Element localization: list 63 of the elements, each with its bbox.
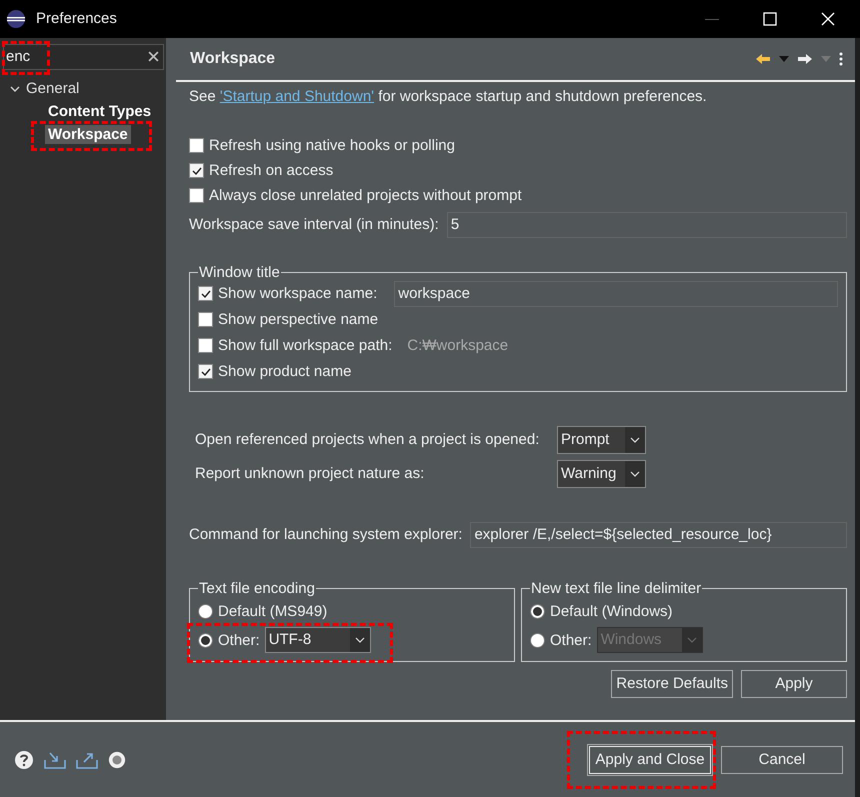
checkbox-label[interactable]: Show workspace name: <box>218 285 378 302</box>
checkbox-label[interactable]: Show product name <box>218 363 352 380</box>
interval-field[interactable]: 5 <box>446 212 847 238</box>
chevron-icon <box>686 637 697 644</box>
dropdown[interactable]: UTF-8 <box>264 627 371 654</box>
forward-arrow-icon[interactable] <box>797 52 813 65</box>
checkbox[interactable] <box>198 312 213 328</box>
field-label: Workspace save interval (in minutes): <box>189 216 439 234</box>
eclipse-logo-icon <box>6 8 26 29</box>
export-icon[interactable] <box>76 750 98 769</box>
intro-text: See 'Startup and Shutdown' for workspace startup and shutdown preferences. <box>189 88 708 107</box>
tree-item[interactable]: General <box>26 80 80 98</box>
checkbox-label[interactable]: Always close unrelated projects without prompt <box>209 187 522 204</box>
group-title: Window title <box>198 264 281 281</box>
more-menu-icon[interactable] <box>839 52 843 66</box>
checkbox[interactable] <box>198 338 213 354</box>
dropdown[interactable]: Prompt <box>557 426 646 454</box>
tree-item[interactable]: Workspace <box>45 124 131 144</box>
group-title: Text file encoding <box>198 580 316 597</box>
field-label: Command for launching system explorer: <box>189 526 462 544</box>
dialog-button[interactable]: Cancel <box>721 746 843 774</box>
checkbox[interactable] <box>189 188 204 204</box>
workspace-name-field[interactable]: workspace <box>394 280 838 307</box>
record-icon[interactable] <box>108 750 126 769</box>
chevron-icon <box>630 470 640 477</box>
page-button[interactable]: Restore Defaults <box>611 670 733 698</box>
import-icon[interactable] <box>44 750 66 769</box>
dropdown[interactable]: Warning <box>557 460 646 488</box>
tree-item[interactable]: Content Types <box>45 102 154 121</box>
field-label: Report unknown project nature as: <box>195 465 426 482</box>
radio-label[interactable]: Default (Windows) <box>550 602 673 620</box>
caret-icon <box>821 56 831 62</box>
radio-button[interactable] <box>198 632 213 648</box>
caret-icon[interactable] <box>779 56 789 62</box>
chevron-icon <box>354 637 365 644</box>
field-label: Open referenced projects when a project is opened: <box>195 431 540 448</box>
checkbox-label[interactable]: Refresh using native hooks or polling <box>209 137 455 154</box>
page-title: Workspace <box>190 50 276 68</box>
back-arrow-icon[interactable] <box>755 52 771 65</box>
maximize-icon[interactable] <box>763 12 777 26</box>
checkbox[interactable] <box>189 138 204 154</box>
path-text: C:₩workspace <box>407 337 508 354</box>
checkbox-label[interactable]: Show perspective name <box>218 311 378 328</box>
radio-label[interactable]: Default (MS949) <box>218 602 328 620</box>
radio-button[interactable] <box>530 604 545 619</box>
checkbox-label[interactable]: Show full workspace path: <box>218 337 392 354</box>
help-icon[interactable] <box>14 750 34 770</box>
close-icon[interactable] <box>821 12 835 26</box>
radio-button[interactable] <box>198 604 213 619</box>
chevron-icon[interactable] <box>10 84 20 94</box>
checkbox-label[interactable]: Refresh on access <box>209 162 334 180</box>
chevron-icon <box>630 436 640 443</box>
command-field[interactable]: explorer /E,/select=${selected_resource_loc} <box>470 522 847 548</box>
page-button[interactable]: Apply <box>741 670 847 698</box>
startup-link[interactable]: 'Startup and Shutdown' <box>220 88 374 105</box>
checkbox[interactable] <box>198 364 213 380</box>
group-title: New text file line delimiter <box>530 580 702 597</box>
dialog-button[interactable]: Apply and Close <box>589 746 711 774</box>
checkbox[interactable] <box>189 163 204 178</box>
radio-label[interactable]: Other: <box>218 632 260 649</box>
clear-icon[interactable] <box>148 51 159 62</box>
window-title: Preferences <box>36 10 117 28</box>
checkbox[interactable] <box>198 286 213 302</box>
